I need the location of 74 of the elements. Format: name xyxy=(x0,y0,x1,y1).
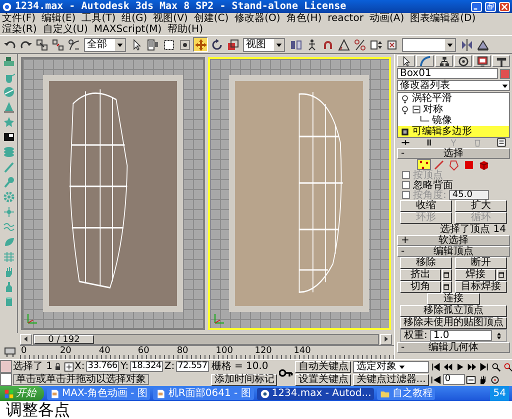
coordinate-label: Y: xyxy=(120,361,129,372)
modifier-list-dropdown[interactable]: 修改器列表 xyxy=(397,80,510,91)
checkbox-label: 按角度: xyxy=(413,190,446,200)
command-button[interactable]: 收缩 xyxy=(400,200,452,212)
command-button[interactable]: 移除孤立顶点 xyxy=(400,305,507,317)
selection-count: 选择了 1 xyxy=(13,361,53,372)
taskbar-button[interactable]: MAX-角色动画 - 图 xyxy=(47,388,150,400)
command-button[interactable]: 连接 xyxy=(426,293,480,305)
command-button[interactable]: 移除未使用的贴图顶点 xyxy=(400,317,507,329)
coordinate-label: Z: xyxy=(164,361,175,372)
menu-item[interactable]: 文件(F) xyxy=(2,13,36,24)
command-button[interactable]: 断开 xyxy=(455,257,507,269)
frame-field[interactable]: 0 xyxy=(442,374,465,385)
menu-item[interactable]: 渲染(R) xyxy=(2,24,37,35)
menu-item[interactable]: 修改器(O) xyxy=(234,13,280,24)
checkbox-label: 按顶点 xyxy=(413,170,443,180)
clock: 54 xyxy=(490,386,509,401)
ruler-label: 100 xyxy=(214,346,234,358)
object-name-field[interactable]: Box01 xyxy=(397,68,498,79)
window-title: 1234.max - Autodesk 3ds Max 8 SP2 - Stand-alone License xyxy=(15,1,348,12)
modifier-stack-item[interactable]: 可编辑多边形 xyxy=(398,126,509,137)
time-slider-thumb[interactable]: 0 / 192 xyxy=(34,334,94,344)
modifier-stack-item[interactable]: 镜像 xyxy=(398,115,509,126)
command-button[interactable]: 目标焊接 xyxy=(455,281,507,293)
taskbar-button[interactable]: 机R面部0641 - 图 xyxy=(153,388,254,400)
modifier-stack-item[interactable]: 涡轮平滑 xyxy=(398,93,509,104)
key-filter-dropdown[interactable]: 选定对象 xyxy=(353,360,429,372)
menu-item[interactable]: 视图(V) xyxy=(153,13,188,24)
command-button[interactable]: 切角 xyxy=(400,281,441,293)
ruler-label: 80 xyxy=(176,346,190,358)
key-filters-button[interactable]: 关键点过滤器... xyxy=(353,374,429,386)
selection-info: 选择了顶点 14 xyxy=(439,224,507,235)
command-button[interactable]: 扩大 xyxy=(455,200,507,212)
menu-item[interactable]: 帮助(H) xyxy=(168,24,203,35)
time-tag-button[interactable]: 添加时间标记 xyxy=(211,374,278,386)
coordinate-label: X: xyxy=(74,361,85,372)
z-field[interactable]: 72.557 xyxy=(176,361,210,372)
auto-key-button[interactable]: 自动关键点 xyxy=(295,360,352,372)
menu-item[interactable]: 角色(H) xyxy=(286,13,322,24)
menu-item[interactable]: 自定义(U) xyxy=(42,24,88,35)
taskbar-button[interactable]: 1234.max - Autod... xyxy=(256,388,374,400)
taskbar-button[interactable]: 自之教程 xyxy=(377,388,436,400)
rollout-header[interactable]: - 选择 xyxy=(397,148,510,159)
command-button[interactable]: 焊接 xyxy=(455,269,496,281)
modifier-stack-item[interactable]: 对称 xyxy=(398,104,509,115)
menu-item[interactable]: 组(G) xyxy=(122,13,148,24)
command-button[interactable]: 移除 xyxy=(400,257,452,269)
rollout-header[interactable]: - 编辑几何体 xyxy=(397,342,510,353)
weight-label: 权重: xyxy=(404,330,428,341)
ruler-label: 40 xyxy=(98,346,112,358)
menu-item[interactable]: reactor xyxy=(328,13,364,24)
grid-size: 栅格 = 10.0 xyxy=(211,361,268,372)
menu-item[interactable]: 创建(C) xyxy=(194,13,229,24)
menu-item[interactable]: 工具(T) xyxy=(82,13,116,24)
ruler-label: 20 xyxy=(58,346,72,358)
ruler-label: 0 xyxy=(20,346,28,358)
rollout-header[interactable]: + 软选择 xyxy=(397,235,510,246)
menu-item[interactable]: MAXScript(M) xyxy=(94,24,162,35)
set-key-button[interactable]: 设置关键点 xyxy=(295,374,352,386)
dropdown[interactable]: 视图 xyxy=(243,38,285,52)
rollout-header[interactable]: - 编辑顶点 xyxy=(397,246,510,257)
caption: 调整各点 xyxy=(6,400,70,419)
command-button[interactable]: 挤出 xyxy=(400,269,441,281)
ruler-label: 60 xyxy=(136,346,150,358)
y-field[interactable]: 18.324 xyxy=(130,361,164,372)
ruler-label: 140 xyxy=(292,346,312,358)
menu-item[interactable]: 图表编辑器(D) xyxy=(410,13,476,24)
weight-field[interactable]: 1.0 xyxy=(430,330,492,341)
ruler-label: 120 xyxy=(254,346,273,358)
checkbox-label: 忽略背面 xyxy=(413,180,453,190)
menu-item[interactable]: 动画(A) xyxy=(369,13,404,24)
x-field[interactable]: 33.766 xyxy=(86,361,120,372)
menu-item[interactable]: 编辑(E) xyxy=(42,13,76,24)
dropdown[interactable]: 全部 xyxy=(84,38,126,52)
